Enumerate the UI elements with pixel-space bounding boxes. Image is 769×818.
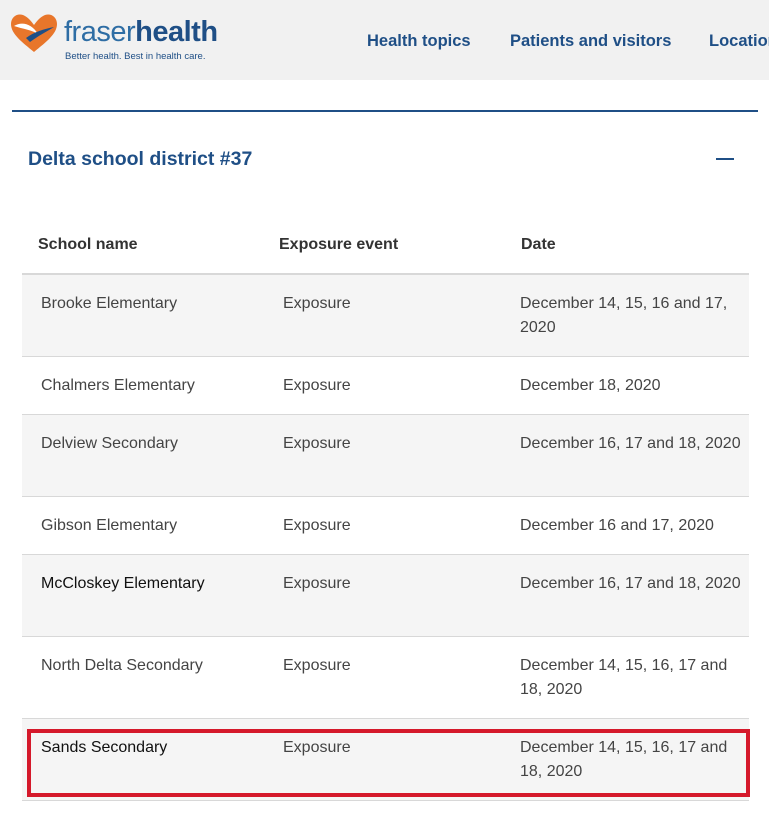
- exposure-event-cell: Exposure: [283, 575, 351, 592]
- school-name-cell: Chalmers Elementary: [41, 377, 195, 394]
- date-cell: December 16 and 17, 2020: [520, 517, 714, 534]
- table-row: McCloskey Elementary Exposure December 1…: [22, 555, 749, 637]
- section-divider: [12, 110, 758, 112]
- minus-icon[interactable]: [714, 146, 736, 172]
- exposure-event-cell: Exposure: [283, 657, 351, 674]
- date-cell: December 16, 17 and 18, 2020: [520, 435, 741, 452]
- nav-locations[interactable]: Locations: [709, 32, 769, 51]
- fraser-health-logo[interactable]: fraserhealth Better health. Best in heal…: [8, 10, 218, 70]
- exposure-event-cell: Exposure: [283, 517, 351, 534]
- exposure-event-cell: Exposure: [283, 295, 351, 312]
- table-row: North Delta Secondary Exposure December …: [22, 637, 749, 719]
- exposure-event-cell: Exposure: [283, 435, 351, 452]
- date-cell: December 16, 17 and 18, 2020: [520, 575, 741, 592]
- exposure-event-cell: Exposure: [283, 377, 351, 394]
- school-name-cell: Sands Secondary: [41, 739, 168, 756]
- table-header: School name Exposure event Date: [22, 220, 749, 275]
- nav-patients-and-visitors[interactable]: Patients and visitors: [510, 32, 671, 51]
- table-row: Delview Secondary Exposure December 16, …: [22, 415, 749, 497]
- school-name-cell: Brooke Elementary: [41, 295, 178, 312]
- school-name-cell: Delview Secondary: [41, 435, 178, 452]
- minus-icon-bar: [716, 158, 734, 160]
- date-cell: December 14, 15, 16, 17 and 18, 2020: [520, 657, 728, 698]
- table-row: Brooke Elementary Exposure December 14, …: [22, 275, 749, 357]
- school-name-cell: Gibson Elementary: [41, 517, 178, 534]
- header-date: Date: [521, 236, 556, 253]
- table-row: Gibson Elementary Exposure December 16 a…: [22, 497, 749, 555]
- date-cell: December 14, 15, 16 and 17, 2020: [520, 295, 728, 336]
- accordion-title[interactable]: Delta school district #37: [28, 148, 252, 171]
- brand-name-part2: health: [135, 16, 218, 48]
- date-cell: December 18, 2020: [520, 377, 661, 394]
- date-cell: December 14, 15, 16, 17 and 18, 2020: [520, 739, 728, 780]
- brand-tagline: Better health. Best in health care.: [65, 51, 206, 62]
- table-row: Chalmers Elementary Exposure December 18…: [22, 357, 749, 415]
- brand-name-part1: fraser: [64, 16, 136, 48]
- nav-health-topics[interactable]: Health topics: [367, 32, 471, 51]
- brand-wordmark: fraserhealth: [64, 14, 218, 50]
- school-name-cell: North Delta Secondary: [41, 657, 203, 674]
- header-school-name: School name: [38, 236, 138, 253]
- site-header: fraserhealth Better health. Best in heal…: [0, 0, 769, 80]
- heart-logo-icon: [11, 14, 57, 53]
- table-row: Sands Secondary Exposure December 14, 15…: [22, 719, 749, 801]
- header-exposure-event: Exposure event: [279, 236, 399, 253]
- exposure-table: School name Exposure event Date Brooke E…: [22, 220, 749, 801]
- exposure-event-cell: Exposure: [283, 739, 351, 756]
- school-name-cell: McCloskey Elementary: [41, 575, 205, 592]
